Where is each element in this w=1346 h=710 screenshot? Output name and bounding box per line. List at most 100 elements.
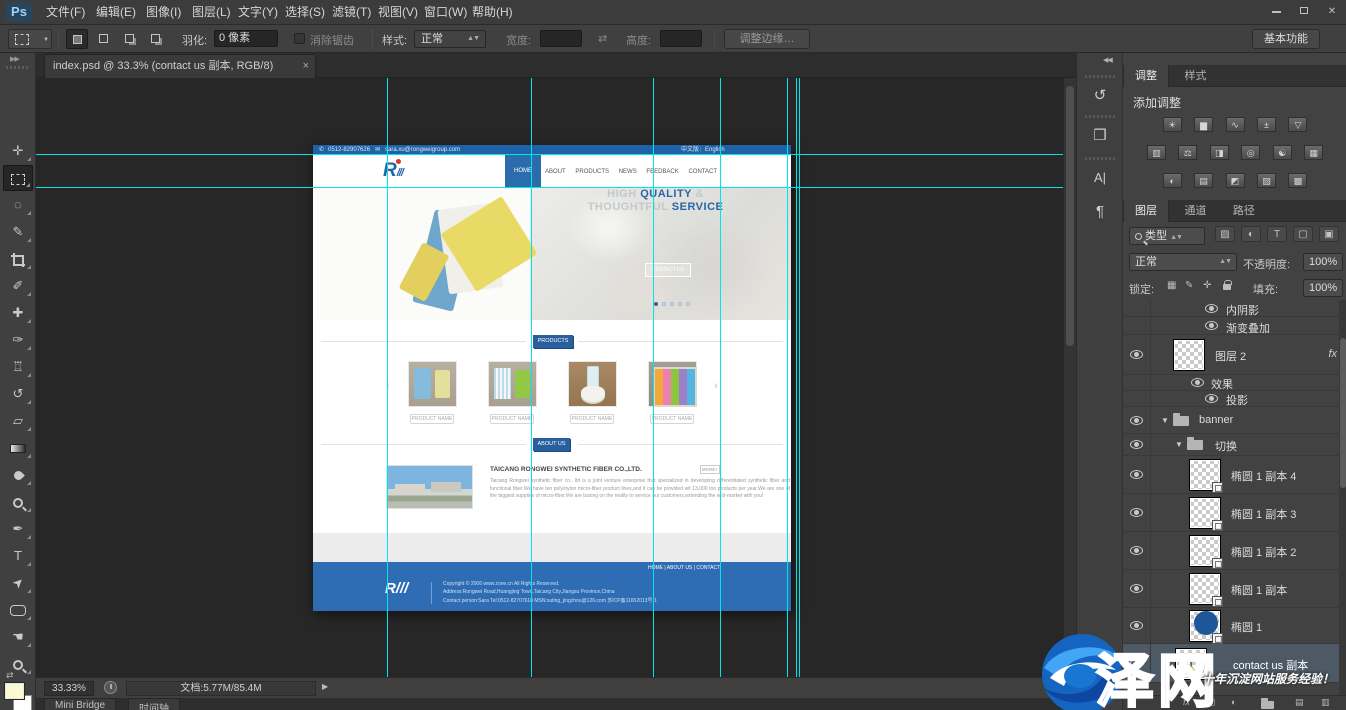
layer-thumbnail[interactable] [1173,339,1205,371]
visibility-eye-icon[interactable] [1205,304,1218,313]
fill-value[interactable]: 100% [1303,279,1343,297]
history-panel-icon[interactable]: ↺ [1081,81,1119,111]
width-input[interactable] [540,30,582,47]
color-balance-icon[interactable]: ⚖ [1178,145,1197,160]
paragraph-panel-icon[interactable]: ¶ [1081,197,1119,227]
visibility-eye-icon[interactable] [1205,394,1218,403]
clone-stamp-tool[interactable]: ♖ [3,354,33,380]
layer-row-selected[interactable]: T ⚠ contact us 副本 [1123,644,1346,683]
filter-pixel-layers-icon[interactable]: ▨ [1215,226,1235,242]
opacity-value[interactable]: 100% [1303,253,1343,271]
menu-select[interactable]: 选择(S) [279,0,331,25]
tab-close-icon[interactable]: × [303,55,309,77]
filter-smart-objects-icon[interactable]: ▣ [1319,226,1339,242]
layer-row[interactable]: 椭圆 1 副本 2 [1123,532,1346,570]
properties-panel-icon[interactable]: ❒ [1081,121,1119,151]
expand-triangle-icon[interactable]: ▼ [1175,440,1183,449]
expand-panels-icon[interactable]: ◀◀ [1103,56,1112,64]
canvas-scrollbar[interactable] [1063,78,1076,677]
invert-icon[interactable]: ◐ [1163,173,1182,188]
visibility-eye-icon[interactable] [1130,621,1143,630]
channel-mixer-icon[interactable]: ☯ [1273,145,1292,160]
posterize-icon[interactable]: ▤ [1194,173,1213,188]
visibility-eye-icon[interactable] [1130,584,1143,593]
spot-healing-brush-tool[interactable]: ✚ [3,300,33,326]
eyedropper-tool[interactable]: ✐ [3,273,33,299]
exposure-icon[interactable]: ± [1257,117,1276,132]
lock-transparency-icon[interactable]: ▦ [1167,280,1176,291]
rounded-rectangle-tool[interactable] [3,597,33,623]
visibility-eye-icon[interactable] [1191,378,1204,387]
delete-layer-icon[interactable]: ▥ [1321,697,1330,708]
rectangular-marquee-tool[interactable] [3,165,33,191]
layer-effect-row[interactable]: 渐变叠加 [1123,317,1346,335]
swap-colors-icon[interactable]: ⇄ [6,670,14,681]
photo-filter-icon[interactable]: ◎ [1241,145,1260,160]
gradient-map-icon[interactable]: ▧ [1257,173,1276,188]
layer-style-icon[interactable]: fx [1183,697,1190,707]
layer-thumbnail[interactable]: T ⚠ [1175,648,1207,680]
blur-tool[interactable] [3,462,33,488]
add-selection-button[interactable] [92,29,114,49]
expand-triangle-icon[interactable]: ▼ [1161,416,1169,425]
visibility-eye-icon[interactable] [1205,321,1218,330]
document-tab[interactable]: index.psd @ 33.3% (contact us 副本, RGB/8)… [44,54,316,78]
foreground-color-swatch[interactable] [5,683,24,699]
lasso-tool[interactable]: ◌ [3,192,33,218]
feather-input[interactable]: 0 像素 [214,30,278,47]
layer-thumbnail[interactable] [1189,459,1221,491]
subtract-selection-button[interactable] [118,29,140,49]
restore-button[interactable] [1292,4,1316,19]
layer-row[interactable]: 图层 2 fx [1123,335,1346,375]
filter-adjustment-layers-icon[interactable]: ◐ [1241,226,1261,242]
tab-layers[interactable]: 图层 [1123,200,1169,222]
height-input[interactable] [660,30,702,47]
filter-shape-layers-icon[interactable]: ▢ [1293,226,1313,242]
pen-tool[interactable]: ✒ [3,516,33,542]
new-selection-button[interactable] [66,29,88,49]
menu-layer[interactable]: 图层(L) [186,0,237,25]
minimize-button[interactable] [1264,4,1288,19]
swap-dimensions-icon[interactable]: ⇄ [598,32,607,45]
threshold-icon[interactable]: ◩ [1226,173,1245,188]
workspace-button[interactable]: 基本功能 [1252,29,1320,49]
fx-badge[interactable]: fx [1328,348,1337,360]
menu-file[interactable]: 文件(F) [40,0,91,25]
layer-mask-icon[interactable]: ◻ [1208,697,1215,708]
menu-help[interactable]: 帮助(H) [466,0,519,25]
visibility-eye-icon[interactable] [1130,508,1143,517]
antialias-checkbox[interactable] [294,33,305,44]
tab-paths[interactable]: 路径 [1222,200,1266,222]
vibrance-icon[interactable]: ▽ [1288,117,1307,132]
canvas-area[interactable]: ✆ 0512-82907626 ✉ sara.xu@rongweigroup.c… [36,78,1063,677]
brush-tool[interactable]: ✑ [3,327,33,353]
visibility-eye-icon[interactable] [1130,659,1143,668]
visibility-eye-icon[interactable] [1130,416,1143,425]
tool-preset-picker[interactable]: ▼ [8,29,52,49]
layer-effect-row[interactable]: 投影 [1123,391,1346,407]
tab-timeline[interactable]: 时间轴 [128,698,180,710]
filter-type-select[interactable]: 类型 ▲▼ [1129,227,1205,245]
tab-styles[interactable]: 样式 [1173,65,1217,87]
dodge-tool[interactable] [3,489,33,515]
character-panel-icon[interactable]: A| [1081,163,1119,193]
crop-tool[interactable] [3,246,33,272]
path-selection-tool[interactable]: ➤ [3,570,33,596]
filter-type-layers-icon[interactable]: T [1267,226,1287,242]
menu-image[interactable]: 图像(I) [140,0,187,25]
menu-type[interactable]: 文字(Y) [232,0,284,25]
layer-group-row[interactable]: ▼ banner [1123,407,1346,434]
layer-thumbnail[interactable] [1189,573,1221,605]
black-white-icon[interactable]: ◨ [1210,145,1229,160]
new-layer-icon[interactable]: ▤ [1295,697,1304,708]
selective-color-icon[interactable]: ▩ [1288,173,1307,188]
zoom-level-field[interactable]: 33.33% [44,681,94,696]
gradient-tool[interactable] [3,435,33,461]
layer-row[interactable]: 椭圆 1 副本 4 [1123,456,1346,494]
tab-channels[interactable]: 通道 [1173,200,1217,222]
new-group-icon[interactable] [1261,701,1274,709]
layer-thumbnail[interactable] [1189,535,1221,567]
color-lookup-icon[interactable]: ▦ [1304,145,1323,160]
lock-all-icon[interactable] [1223,284,1231,290]
status-menu-arrow-icon[interactable]: ▶ [322,682,328,691]
